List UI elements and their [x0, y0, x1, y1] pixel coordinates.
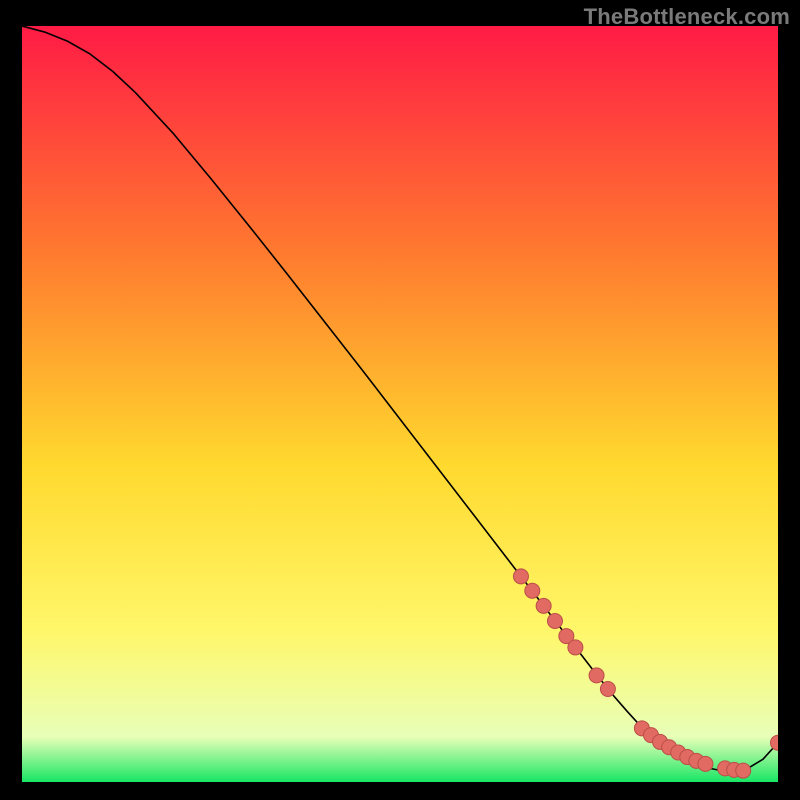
- gradient-background: [22, 26, 778, 782]
- data-marker: [525, 583, 540, 598]
- data-marker: [513, 569, 528, 584]
- data-marker: [698, 756, 713, 771]
- data-marker: [536, 598, 551, 613]
- bottleneck-chart: [22, 26, 778, 782]
- data-marker: [547, 613, 562, 628]
- data-marker: [568, 640, 583, 655]
- data-marker: [589, 668, 604, 683]
- data-marker: [600, 682, 615, 697]
- chart-frame: TheBottleneck.com: [0, 0, 800, 800]
- data-marker: [736, 763, 751, 778]
